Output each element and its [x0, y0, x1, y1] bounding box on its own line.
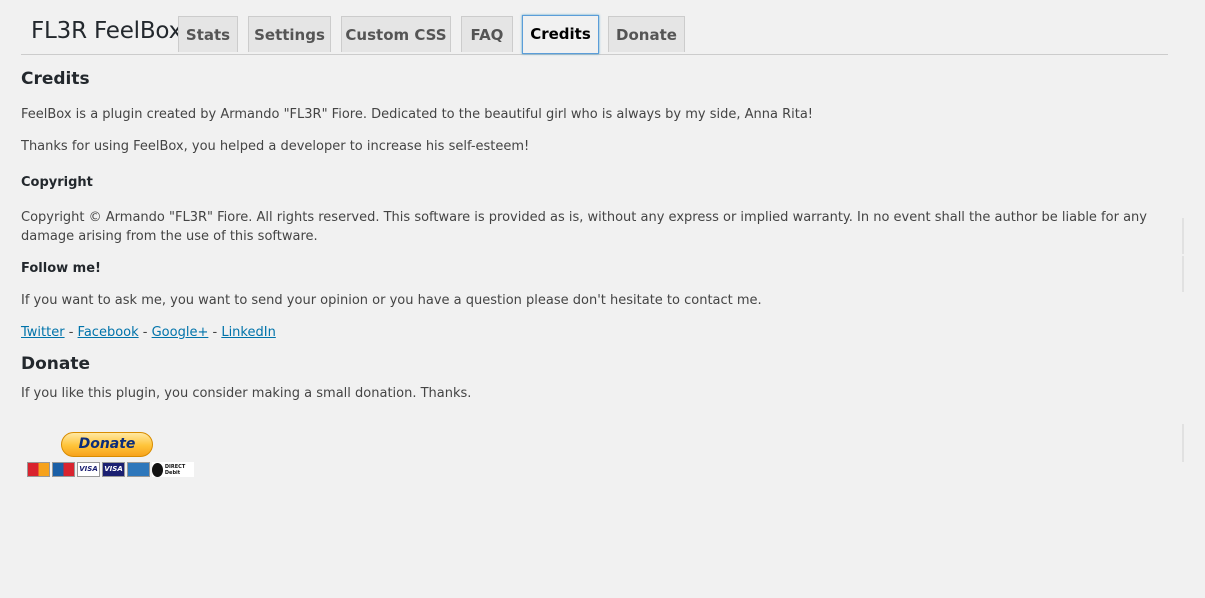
follow-heading: Follow me!	[21, 261, 101, 276]
googleplus-link[interactable]: Google+	[152, 325, 209, 340]
tab-donate[interactable]: Donate	[608, 16, 685, 52]
tab-credits[interactable]: Credits	[522, 15, 599, 54]
visa-electron-icon: VISA	[102, 462, 125, 477]
follow-text: If you want to ask me, you want to send …	[21, 293, 762, 308]
credits-heading: Credits	[21, 69, 90, 89]
tab-faq[interactable]: FAQ	[461, 16, 513, 52]
payment-cards: VISA VISA DIRECT Debit	[27, 462, 194, 478]
tab-settings[interactable]: Settings	[248, 16, 331, 52]
paypal-donate-button[interactable]: Donate	[61, 432, 153, 457]
scroll-indicator	[1182, 424, 1184, 462]
credits-thanks: Thanks for using FeelBox, you helped a d…	[21, 139, 530, 154]
direct-debit-logo-icon	[152, 462, 163, 477]
link-separator: -	[208, 325, 222, 340]
copyright-heading: Copyright	[21, 175, 93, 190]
credits-description: FeelBox is a plugin created by Armando "…	[21, 107, 814, 122]
scroll-indicator	[1182, 256, 1184, 292]
visa-icon: VISA	[77, 462, 100, 477]
tab-custom-css[interactable]: Custom CSS	[341, 16, 451, 52]
donate-text: If you like this plugin, you consider ma…	[21, 386, 472, 401]
facebook-link[interactable]: Facebook	[78, 325, 139, 340]
app-title: FL3R FeelBox	[31, 18, 182, 44]
credits-panel: Credits FeelBox is a plugin created by A…	[21, 64, 1171, 403]
donate-heading: Donate	[21, 354, 91, 374]
tab-stats[interactable]: Stats	[178, 16, 238, 52]
maestro-icon	[52, 462, 75, 477]
direct-debit-icon: DIRECT Debit	[152, 462, 194, 477]
amex-icon	[127, 462, 150, 477]
link-separator: -	[138, 325, 152, 340]
social-links: Twitter - Facebook - Google+ - LinkedIn	[21, 323, 1171, 342]
scroll-indicator	[1182, 218, 1184, 254]
link-separator: -	[64, 325, 78, 340]
page-header: FL3R FeelBox Stats Settings Custom CSS F…	[21, 14, 1168, 55]
twitter-link[interactable]: Twitter	[21, 325, 65, 340]
copyright-text: Copyright © Armando "FL3R" Fiore. All ri…	[21, 210, 1147, 244]
direct-debit-label: DIRECT Debit	[164, 463, 186, 476]
linkedin-link[interactable]: LinkedIn	[221, 325, 275, 340]
mastercard-icon	[27, 462, 50, 477]
